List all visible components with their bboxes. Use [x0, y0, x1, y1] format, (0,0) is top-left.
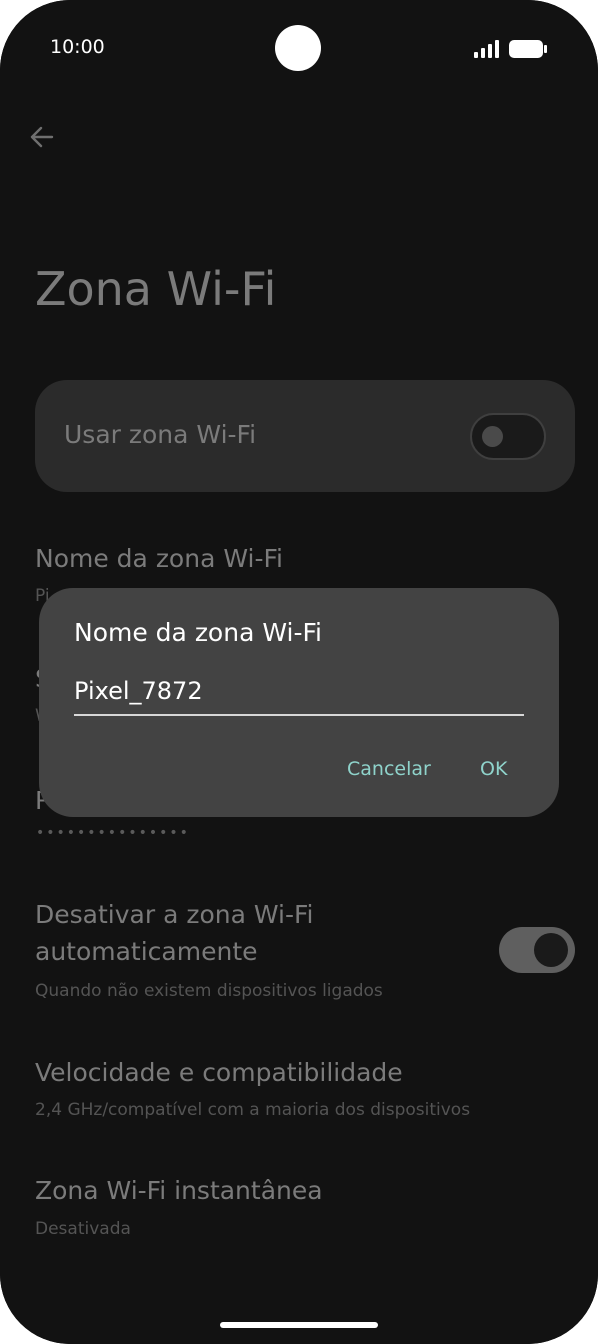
home-indicator[interactable]	[220, 1322, 378, 1328]
hotspot-name-input[interactable]: Pixel_7872	[74, 676, 524, 716]
battery-icon	[509, 40, 547, 58]
page-title: Zona Wi-Fi	[35, 262, 277, 316]
speed-title[interactable]: Velocidade e compatibilidade	[35, 1058, 403, 1087]
instant-hotspot-subtitle: Desativada	[35, 1219, 131, 1239]
status-time: 10:00	[50, 36, 105, 58]
speed-subtitle: 2,4 GHz/compatível com a maioria dos dis…	[35, 1100, 471, 1120]
camera-cutout	[275, 25, 321, 71]
switch-knob	[534, 933, 568, 967]
phone-frame: 10:00 Zona Wi-Fi Usar zona Wi-Fi Nome da…	[0, 0, 598, 1344]
auto-off-title-line2[interactable]: automaticamente	[35, 937, 258, 966]
instant-hotspot-title[interactable]: Zona Wi-Fi instantânea	[35, 1176, 323, 1205]
back-arrow-icon[interactable]	[26, 122, 56, 152]
use-hotspot-switch[interactable]	[470, 413, 546, 460]
switch-knob	[482, 426, 503, 447]
auto-off-title-line1[interactable]: Desativar a zona Wi-Fi	[35, 900, 314, 929]
dialog-title: Nome da zona Wi-Fi	[74, 618, 322, 647]
rename-dialog: Nome da zona Wi-Fi Pixel_7872 Cancelar O…	[39, 588, 559, 817]
auto-off-switch[interactable]	[499, 927, 575, 973]
cancel-button[interactable]: Cancelar	[347, 758, 431, 780]
auto-off-subtitle: Quando não existem dispositivos ligados	[35, 981, 383, 1001]
password-dots: •••••••••••••••	[36, 825, 190, 841]
signal-icon	[474, 40, 499, 58]
use-hotspot-card[interactable]: Usar zona Wi-Fi	[35, 380, 575, 492]
ok-button[interactable]: OK	[480, 758, 507, 780]
status-bar: 10:00	[0, 0, 598, 100]
use-hotspot-label: Usar zona Wi-Fi	[64, 420, 257, 449]
screen: 10:00 Zona Wi-Fi Usar zona Wi-Fi Nome da…	[0, 0, 598, 1344]
hotspot-name-title[interactable]: Nome da zona Wi-Fi	[35, 544, 283, 573]
